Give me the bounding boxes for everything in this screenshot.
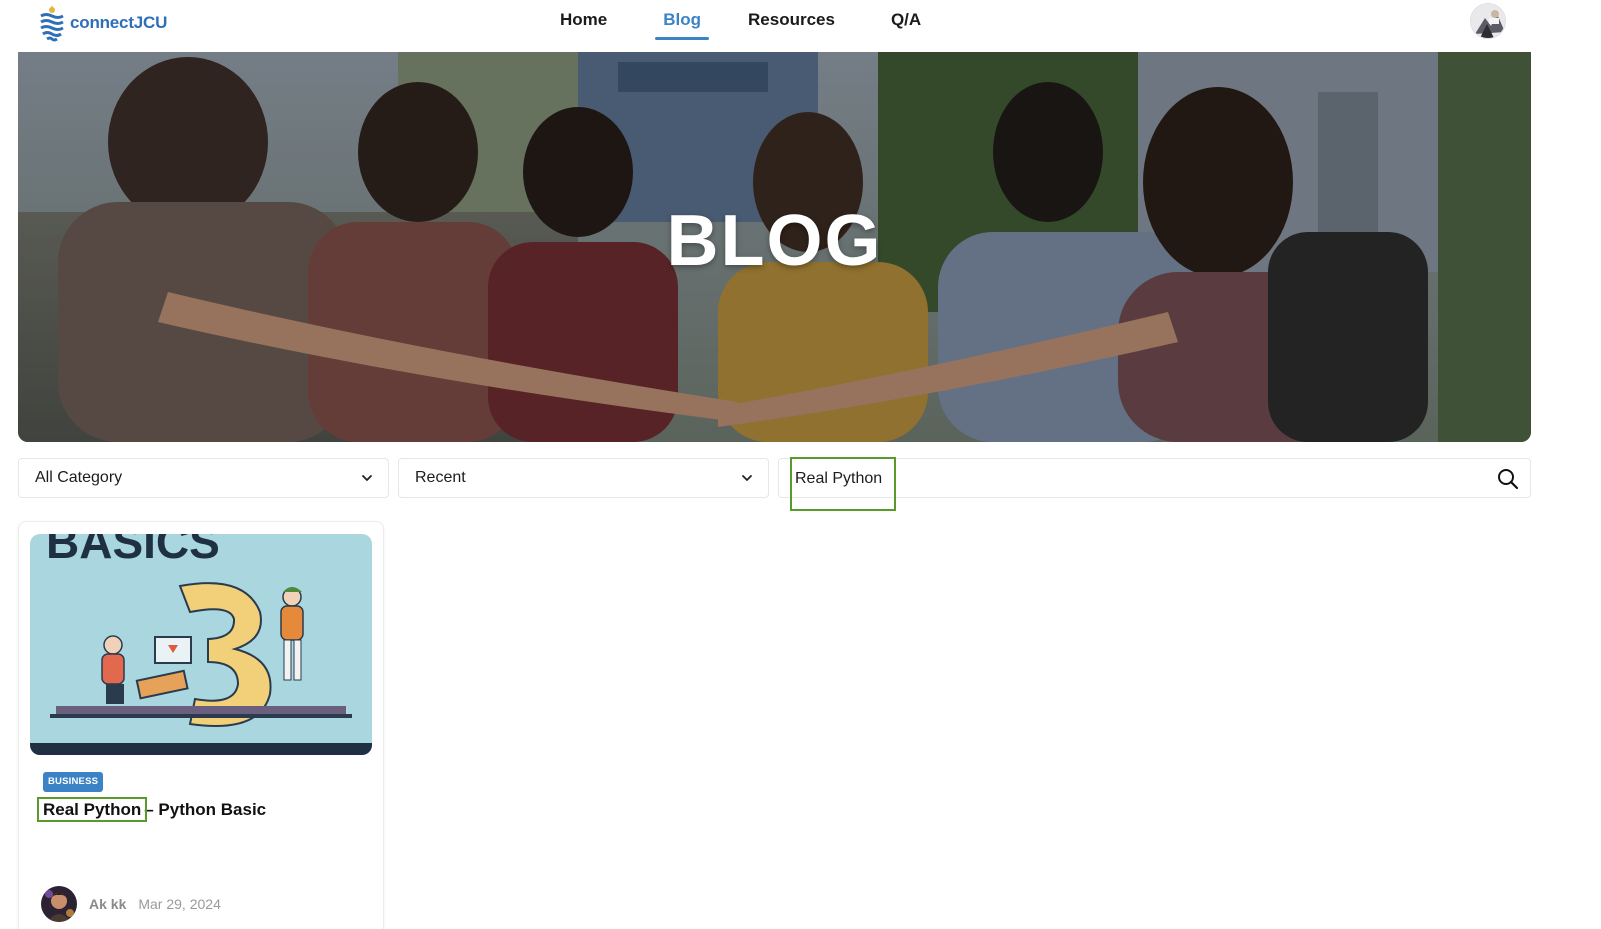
user-avatar-image [1471,4,1505,38]
sort-select[interactable]: Recent [398,458,769,498]
author-avatar-image [41,886,77,922]
search-icon[interactable] [1496,467,1520,491]
post-title[interactable]: Real Python – Python Basic [36,797,267,822]
main-nav: Home Blog Resources Q/A [560,0,921,40]
brand-logo[interactable]: connectJCU [38,2,167,44]
nav-resources[interactable]: Resources [748,10,835,30]
brand-name: connectJCU [70,13,168,32]
nav-blog[interactable]: Blog [655,10,709,40]
search-input[interactable] [795,467,1475,491]
user-avatar[interactable] [1470,3,1506,39]
thumbnail-text: BASICS [46,534,220,568]
post-meta: Ak kk Mar 29, 2024 [41,886,221,922]
hero-banner: BLOG [18,52,1531,442]
post-thumbnail[interactable]: BASICS [30,534,372,755]
category-badge[interactable]: BUSINESS [43,772,104,792]
post-date: Mar 29, 2024 [138,896,221,912]
sort-select-value: Recent [415,469,466,486]
post-thumbnail-image: BASICS [30,534,372,755]
jcu-logo-icon [40,5,64,42]
chevron-down-icon [362,475,372,481]
category-select[interactable]: All Category [18,458,389,498]
author-name[interactable]: Ak kk [89,896,126,912]
nav-qa[interactable]: Q/A [891,10,921,30]
top-navbar: connectJCU Home Blog Resources Q/A [0,0,1601,52]
post-title-highlight: Real Python [36,797,148,822]
blog-post-card[interactable]: BASICS BUSINESS Real Python – Python Bas… [18,521,384,929]
hero-title: BLOG [666,201,883,281]
category-select-value: All Category [35,469,123,486]
chevron-down-icon [742,475,752,481]
nav-home[interactable]: Home [560,10,607,30]
post-title-rest: – Python Basic [144,800,267,819]
author-avatar[interactable] [41,886,77,922]
search-box [778,458,1531,498]
